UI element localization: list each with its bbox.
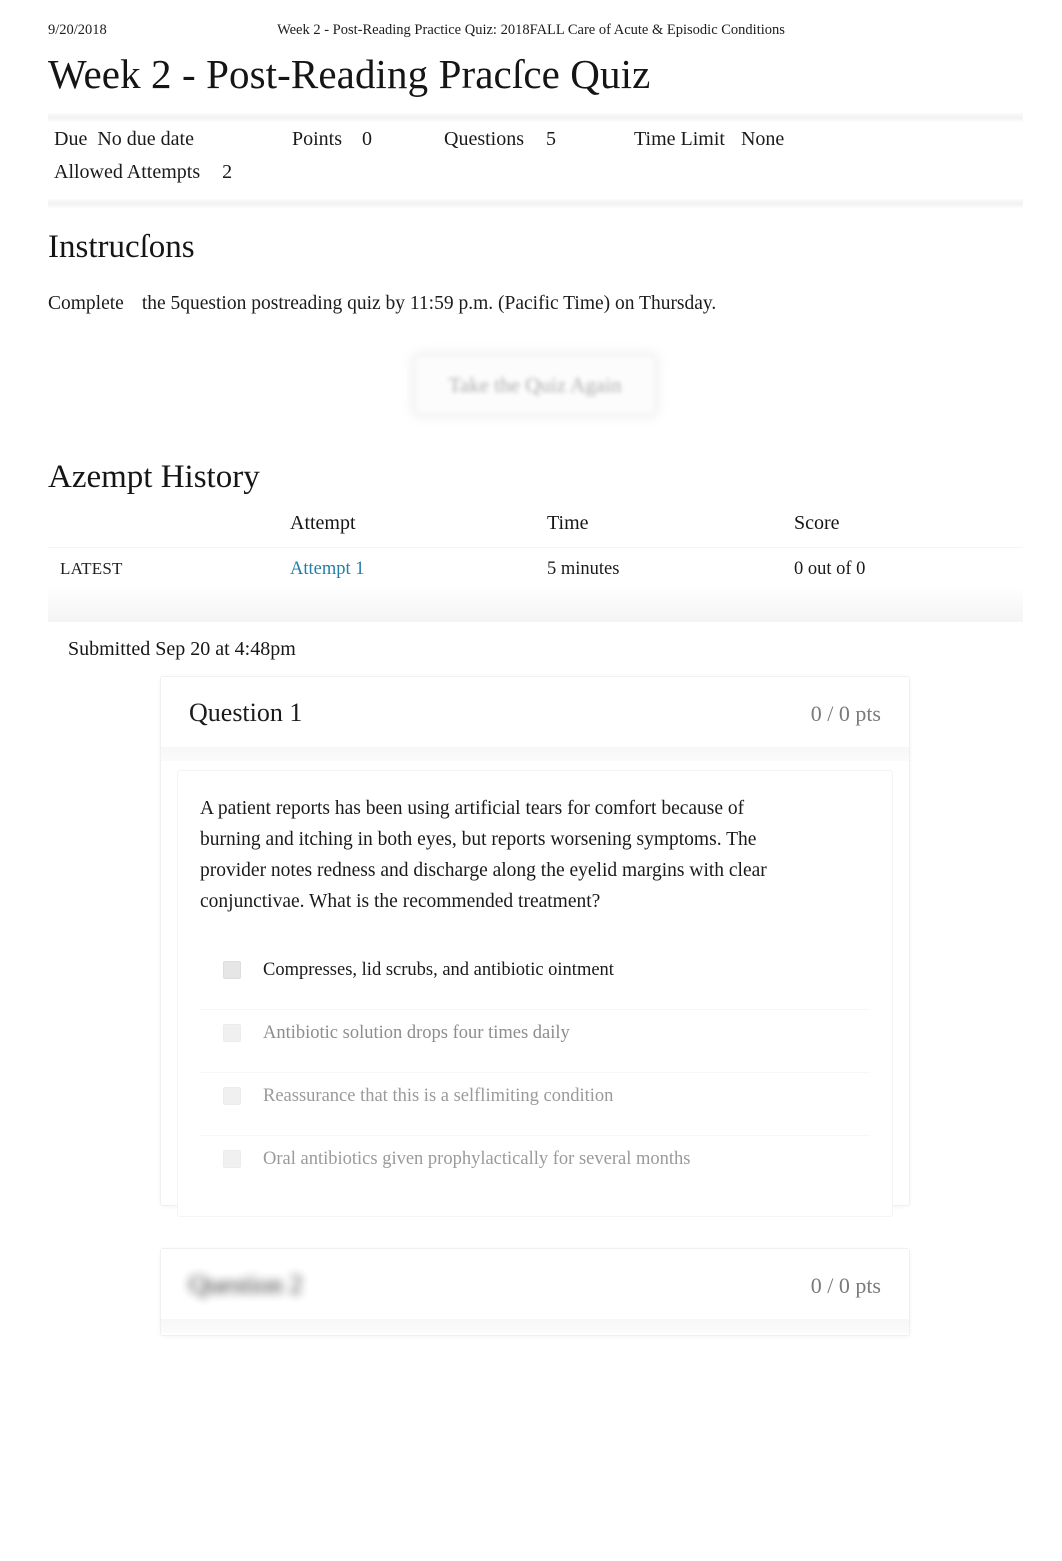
question-header-divider (161, 747, 909, 761)
attempt-history-col-attempt: Attempt (290, 512, 356, 534)
instructions-text-part1: Complete (48, 293, 124, 314)
meta-time-limit-label: Time Limit (634, 128, 725, 150)
attempt-history-header-row: Attempt Time Score (48, 508, 1023, 548)
meta-due-label: Due (54, 128, 88, 150)
question-title: Question 1 (189, 698, 303, 727)
answer-option[interactable]: Antibiotic solution drops four times dai… (200, 1010, 870, 1073)
take-quiz-again-wrapper: Take the Quiz Again (415, 356, 655, 414)
attempt-history-col-kept (48, 508, 290, 548)
meta-questions-label: Questions (444, 128, 524, 150)
answer-options-list: Compresses, lid scrubs, and antibiotic o… (200, 947, 870, 1198)
print-document-title: Week 2 - Post-Reading Practice Quiz: 201… (277, 22, 785, 38)
meta-divider-top (48, 113, 1023, 122)
question-body: A patient reports has been using artific… (177, 770, 893, 1217)
latest-badge: LATEST (60, 559, 123, 578)
meta-points: Points 0 (292, 128, 444, 151)
meta-allowed-attempts: Allowed Attempts 2 (48, 161, 232, 184)
quiz-meta-row-2: Allowed Attempts 2 (48, 161, 1023, 194)
instructions-heading: Instrucſons (48, 229, 195, 265)
meta-due-value: No due date (97, 128, 194, 150)
radio-icon[interactable] (223, 1087, 241, 1105)
attempt-history-footer-band (48, 586, 1023, 622)
question-title: Question 2 (189, 1270, 303, 1299)
submitted-timestamp: Submitted Sep 20 at 4:48pm (68, 638, 296, 660)
answer-option[interactable]: Reassurance that this is a selflimiting … (200, 1073, 870, 1136)
meta-points-label: Points (292, 128, 343, 150)
answer-option-label: Antibiotic solution drops four times dai… (263, 1023, 570, 1043)
question-card: Question 1 0 / 0 pts A patient reports h… (160, 676, 910, 1217)
attempt-1-link[interactable]: Attempt 1 (290, 559, 365, 579)
quiz-meta-rows: Due No due date Points 0 Questions 5 Tim… (48, 122, 1023, 199)
attempt-history-thead: Attempt Time Score (48, 508, 1023, 548)
instructions-text: Complete the 5question postreading quiz b… (48, 293, 716, 315)
question-card: Question 2 0 / 0 pts (160, 1248, 910, 1336)
question-header: Question 1 0 / 0 pts (161, 677, 909, 761)
meta-questions: Questions 5 (444, 128, 634, 151)
page-title: Week 2 - Post-Reading Pracſce Quiz (48, 51, 651, 97)
attempt-history-col-time: Time (547, 512, 589, 534)
attempt-history-table: Attempt Time Score LATEST Attempt 1 5 mi… (48, 508, 1023, 593)
answer-option[interactable]: Compresses, lid scrubs, and antibiotic o… (200, 947, 870, 1010)
quiz-meta-band: Due No due date Points 0 Questions 5 Tim… (48, 113, 1023, 208)
meta-time-limit: Time Limit None (634, 128, 894, 151)
answer-option[interactable]: Oral antibiotics given prophylactically … (200, 1136, 870, 1198)
instructions-text-part2: the 5question postreading quiz by 11:59 … (141, 293, 717, 314)
answer-option-label: Compresses, lid scrubs, and antibiotic o… (263, 960, 614, 980)
meta-divider-bottom (48, 199, 1023, 208)
radio-icon[interactable] (223, 1024, 241, 1042)
radio-icon[interactable] (223, 1150, 241, 1168)
meta-points-value: 0 (362, 128, 373, 150)
meta-allowed-attempts-label: Allowed Attempts (54, 161, 201, 183)
attempt-history-heading: Azempt History (48, 459, 260, 495)
print-header: 9/20/2018 Week 2 - Post-Reading Practice… (0, 22, 1062, 44)
meta-questions-value: 5 (546, 128, 556, 150)
quiz-results-page: 9/20/2018 Week 2 - Post-Reading Practice… (0, 0, 1062, 1561)
answer-option-label: Oral antibiotics given prophylactically … (263, 1149, 691, 1169)
meta-time-limit-value: None (740, 128, 785, 150)
question-header: Question 2 0 / 0 pts (161, 1249, 909, 1333)
radio-icon[interactable] (223, 961, 241, 979)
meta-due: Due No due date (48, 128, 292, 151)
question-header-divider (161, 1319, 909, 1333)
take-quiz-again-button[interactable]: Take the Quiz Again (415, 356, 655, 414)
question-points: 0 / 0 pts (810, 1273, 881, 1298)
quiz-meta-row-1: Due No due date Points 0 Questions 5 Tim… (48, 128, 1023, 161)
meta-allowed-attempts-value: 2 (222, 161, 233, 183)
attempt-history-col-score: Score (794, 512, 840, 534)
answer-option-label: Reassurance that this is a selflimiting … (263, 1086, 614, 1106)
question-text: A patient reports has been using artific… (200, 798, 767, 912)
question-points: 0 / 0 pts (810, 701, 881, 726)
